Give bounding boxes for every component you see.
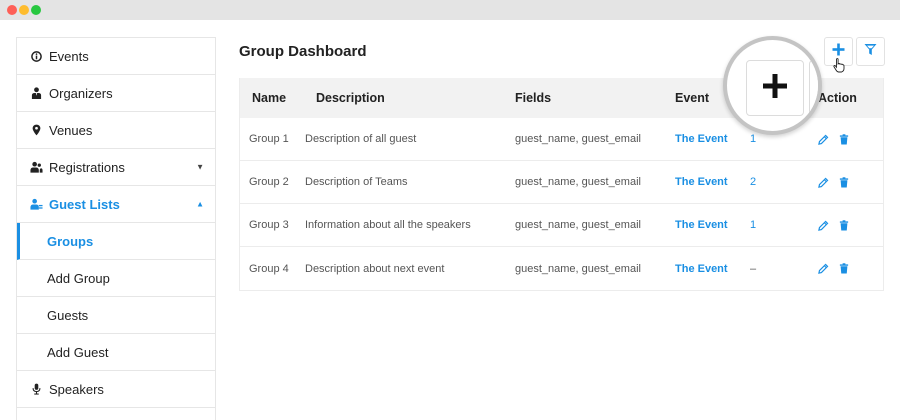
close-window-button[interactable] — [7, 5, 17, 15]
group-fields: guest_name, guest_email — [515, 262, 641, 275]
guest-count-link[interactable]: 1 — [750, 219, 818, 231]
sidebar-item-guest-lists[interactable]: Guest Lists ▲ — [17, 186, 215, 223]
group-name: Group 3 — [249, 219, 289, 231]
microphone-icon — [29, 382, 43, 396]
row-actions — [818, 133, 878, 145]
plus-icon — [763, 73, 787, 103]
magnifier-callout — [723, 36, 822, 135]
filter-button[interactable] — [856, 37, 885, 66]
sidebar-item-label: Guests — [47, 307, 89, 323]
column-header-name[interactable]: Name — [240, 91, 305, 105]
sidebar-item-events[interactable]: Events — [17, 38, 215, 75]
group-description: Information about all the speakers — [305, 219, 471, 231]
chevron-down-icon[interactable]: ▼ — [196, 163, 204, 172]
sidebar-item-registrations[interactable]: Registrations ▼ — [17, 149, 215, 186]
group-description: Description of Teams — [305, 176, 408, 188]
row-actions — [818, 263, 878, 274]
map-pin-icon — [29, 123, 43, 137]
sidebar-item-label: Add Guest — [47, 344, 109, 360]
row-actions — [818, 176, 878, 188]
table-row: Group 2 Description of Teams guest_name,… — [240, 161, 883, 204]
sidebar-subitem-add-group[interactable]: Add Group — [17, 260, 215, 297]
table-row: Group 4 Description about next event gue… — [240, 247, 883, 290]
sidebar-item-label: Guest Lists — [49, 196, 120, 212]
group-fields: guest_name, guest_email — [515, 133, 641, 145]
sidebar-subitem-add-guest[interactable]: Add Guest — [17, 334, 215, 371]
event-link[interactable]: The Event — [675, 133, 750, 145]
sidebar-subitem-groups[interactable]: Groups — [17, 223, 215, 260]
sidebar-item-label: Venues — [49, 122, 93, 138]
event-link[interactable]: The Event — [675, 219, 750, 231]
group-fields: guest_name, guest_email — [515, 176, 641, 188]
trash-icon[interactable] — [839, 219, 850, 231]
sidebar-item-label: Registrations — [49, 159, 125, 175]
sidebar-item-label: Organizers — [49, 85, 113, 101]
sidebar-item-venues[interactable]: Venues — [17, 112, 215, 149]
event-link[interactable]: The Event — [675, 263, 750, 275]
sidebar-item-label: Speakers — [49, 381, 104, 397]
sidebar-item-speakers[interactable]: Speakers — [17, 371, 215, 408]
group-fields: guest_name, guest_email — [515, 219, 641, 231]
column-header-fields[interactable]: Fields — [515, 91, 675, 105]
group-name: Group 1 — [249, 133, 289, 145]
column-header-description[interactable]: Description — [305, 91, 515, 105]
magnified-add-button — [746, 60, 804, 116]
sidebar-item-label: Events — [49, 48, 89, 64]
group-description: Description of all guest — [305, 133, 417, 145]
edit-icon[interactable] — [818, 263, 829, 274]
edit-icon[interactable] — [818, 220, 829, 231]
edit-icon[interactable] — [818, 134, 829, 145]
trash-icon[interactable] — [839, 176, 850, 188]
guest-count-link[interactable]: 2 — [750, 176, 818, 188]
hand-cursor-icon — [833, 58, 847, 74]
sidebar-item-label: Groups — [47, 233, 94, 249]
guest-list-icon — [29, 197, 43, 211]
page-title: Group Dashboard — [239, 43, 367, 60]
trash-icon[interactable] — [839, 263, 850, 274]
guest-count: – — [750, 262, 757, 275]
info-circle-icon — [29, 49, 43, 63]
row-actions — [818, 219, 878, 231]
group-name: Group 4 — [249, 262, 289, 275]
chevron-up-icon[interactable]: ▲ — [196, 200, 204, 209]
users-icon — [29, 160, 43, 174]
maximize-window-button[interactable] — [31, 5, 41, 15]
sidebar-nav: Events Organizers Venues Registrations ▼… — [16, 37, 216, 420]
window-titlebar — [0, 0, 900, 20]
edit-icon[interactable] — [818, 177, 829, 188]
group-name: Group 2 — [249, 176, 289, 188]
sidebar-item-label: Add Group — [47, 270, 110, 286]
filter-icon — [864, 43, 877, 61]
user-tie-icon — [29, 86, 43, 100]
trash-icon[interactable] — [839, 133, 850, 145]
sidebar-subitem-guests[interactable]: Guests — [17, 297, 215, 334]
event-link[interactable]: The Event — [675, 176, 750, 188]
guest-count-link[interactable]: 1 — [750, 133, 818, 145]
group-description: Description about next event — [305, 262, 445, 275]
column-header-action: Action — [818, 91, 857, 105]
minimize-window-button[interactable] — [19, 5, 29, 15]
sidebar-item-organizers[interactable]: Organizers — [17, 75, 215, 112]
table-row: Group 3 Information about all the speake… — [240, 204, 883, 247]
